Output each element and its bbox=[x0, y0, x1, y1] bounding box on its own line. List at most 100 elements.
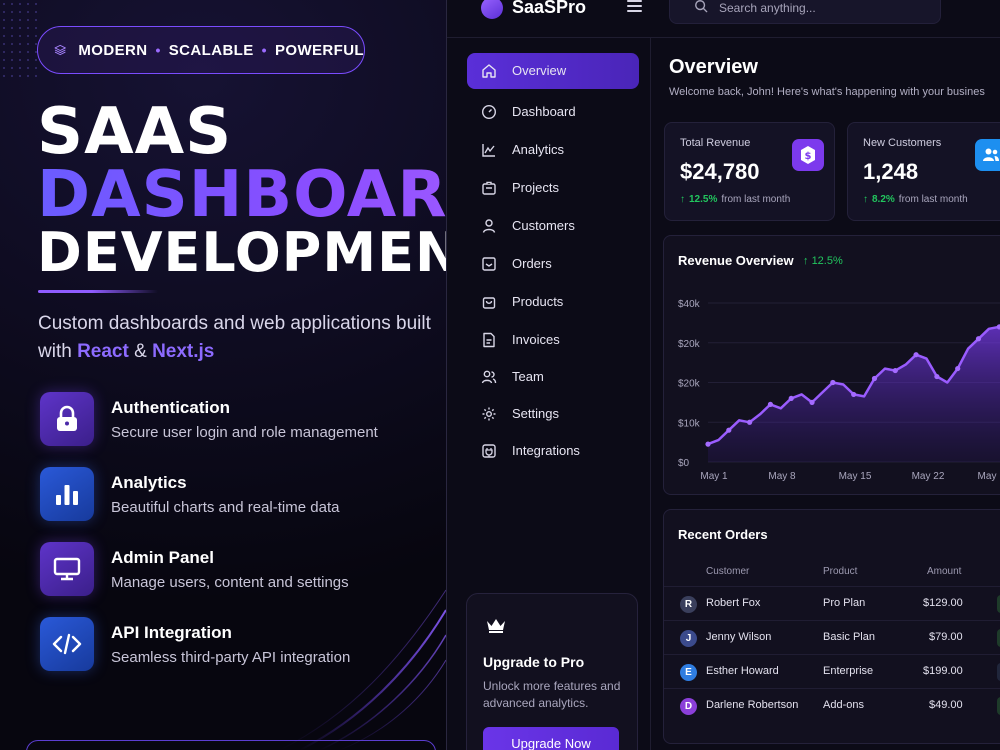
sidebar-item-customers[interactable]: Customers bbox=[467, 208, 639, 244]
stat-delta-value: 8.2% bbox=[872, 194, 895, 205]
chart-data-point bbox=[747, 419, 753, 425]
sidebar-item-label: Overview bbox=[512, 63, 567, 78]
monitor-icon bbox=[53, 557, 81, 581]
sidebar-item-projects[interactable]: Projects bbox=[467, 170, 639, 206]
sidebar-item-invoices[interactable]: Invoices bbox=[467, 322, 639, 358]
x-tick-label: May 8 bbox=[768, 471, 796, 482]
chart-data-point bbox=[851, 391, 857, 398]
feature-api-integration: API Integration Seamless third-party API… bbox=[40, 617, 440, 673]
dollar-icon: $ bbox=[792, 139, 824, 171]
sidebar-item-overview[interactable]: Overview bbox=[467, 53, 639, 89]
product-name: Enterprise bbox=[823, 665, 874, 677]
table-row[interactable]: E Esther Howard Enterprise $199.00 bbox=[664, 654, 1000, 688]
y-tick-label: $0 bbox=[678, 458, 690, 469]
sidebar-item-orders[interactable]: Orders bbox=[467, 246, 639, 282]
product-name: Add-ons bbox=[823, 699, 864, 711]
sidebar: Overview Dashboard Analytics Projects Cu… bbox=[447, 38, 651, 750]
avatar: E bbox=[680, 664, 697, 681]
main-content: Overview Welcome back, John! Here's what… bbox=[651, 38, 1000, 750]
feature-authentication: Authentication Secure user login and rol… bbox=[40, 392, 440, 448]
sidebar-item-integrations[interactable]: Integrations bbox=[467, 433, 639, 469]
column-header-product: Product bbox=[823, 566, 858, 577]
customer-name: Robert Fox bbox=[706, 597, 761, 609]
feature-admin-panel: Admin Panel Manage users, content and se… bbox=[40, 542, 440, 598]
stat-delta-suffix: from last month bbox=[898, 194, 968, 205]
chart-data-point bbox=[975, 336, 982, 342]
sidebar-item-label: Customers bbox=[512, 218, 575, 233]
stat-delta: ↑ 8.2% from last month bbox=[863, 194, 968, 205]
customer-name: Darlene Robertson bbox=[706, 699, 799, 711]
sidebar-item-settings[interactable]: Settings bbox=[467, 396, 639, 432]
page-title: Overview bbox=[669, 56, 758, 78]
brand-logo-icon bbox=[481, 0, 503, 19]
tagline-word: POWERFUL bbox=[274, 41, 364, 59]
sidebar-item-team[interactable]: Team bbox=[467, 359, 639, 395]
home-icon bbox=[482, 64, 496, 78]
headline-line-2: DASHBOARD bbox=[37, 163, 446, 227]
analytics-icon bbox=[482, 144, 495, 157]
chart-data-point bbox=[913, 352, 919, 358]
headline-line-1: SAAS bbox=[37, 95, 233, 169]
sidebar-item-products[interactable]: Products bbox=[467, 284, 639, 320]
chart-data-point bbox=[830, 379, 836, 386]
chart-data-point bbox=[767, 401, 774, 407]
table-row[interactable]: R Robert Fox Pro Plan $129.00 bbox=[664, 586, 1000, 620]
sidebar-item-label: Orders bbox=[512, 256, 552, 271]
feature-icon-box bbox=[40, 617, 94, 671]
welcome-message: Welcome back, John! Here's what's happen… bbox=[669, 86, 985, 98]
sidebar-item-label: Projects bbox=[512, 180, 559, 195]
stat-card-customers: New Customers 1,248 ↑ 8.2% from last month bbox=[847, 122, 1000, 221]
svg-text:$: $ bbox=[805, 151, 812, 162]
stat-card-revenue: Total Revenue $24,780 ↑ 12.5% from last mo… bbox=[664, 122, 835, 221]
tagline-pill: MODERN • SCALABLE • POWERFUL bbox=[37, 26, 365, 74]
order-amount: $129.00 bbox=[923, 597, 963, 609]
upgrade-now-button[interactable]: Upgrade Now bbox=[483, 727, 619, 750]
upgrade-card: Upgrade to Pro Unlock more features and … bbox=[466, 593, 638, 750]
column-header-amount: Amount bbox=[927, 566, 962, 577]
upgrade-description: Unlock more features and advanced analyt… bbox=[483, 679, 621, 710]
chart-data-point bbox=[892, 367, 898, 374]
search-input[interactable]: Search anything... bbox=[669, 0, 941, 24]
promo-panel: MODERN • SCALABLE • POWERFUL SAAS DASHBO… bbox=[0, 0, 446, 750]
plug-icon bbox=[482, 444, 496, 458]
search-placeholder: Search anything... bbox=[719, 1, 816, 15]
order-amount: $49.00 bbox=[929, 699, 963, 711]
stat-value: 1,248 bbox=[863, 159, 919, 184]
stat-label: New Customers bbox=[863, 137, 942, 149]
customer-name: Esther Howard bbox=[706, 665, 779, 677]
feature-desc: Beautiful charts and real-time data bbox=[111, 499, 340, 516]
x-tick-label: May 1 bbox=[700, 471, 728, 482]
customer-name: Jenny Wilson bbox=[706, 631, 772, 643]
y-tick-label: $10k bbox=[678, 418, 701, 429]
stat-delta-suffix: from last month bbox=[721, 194, 791, 205]
product-name: Pro Plan bbox=[823, 597, 866, 609]
chart-data-point bbox=[809, 399, 815, 405]
y-tick-label: $20k bbox=[678, 379, 701, 390]
sidebar-item-dashboard[interactable]: Dashboard bbox=[467, 94, 639, 130]
revenue-chart: $0 $10k $20k $20k $40k May 1 May 8 May 15 May 2… bbox=[678, 299, 1000, 482]
stat-delta: ↑ 12.5% from last month bbox=[680, 194, 790, 205]
feature-title: Admin Panel bbox=[111, 548, 214, 567]
chart-data-point bbox=[955, 365, 961, 372]
chart-data-point bbox=[871, 375, 878, 382]
orders-title: Recent Orders bbox=[678, 527, 768, 542]
table-row[interactable]: J Jenny Wilson Basic Plan $79.00 bbox=[664, 620, 1000, 654]
sidebar-item-analytics[interactable]: Analytics bbox=[467, 132, 639, 168]
order-amount: $199.00 bbox=[923, 665, 963, 677]
x-tick-label: May 22 bbox=[912, 471, 945, 482]
subtitle-amp: & bbox=[128, 341, 153, 362]
chart-data-point bbox=[705, 441, 711, 447]
chart-data-point bbox=[788, 395, 794, 401]
bag-icon bbox=[482, 297, 496, 309]
table-row[interactable]: D Darlene Robertson Add-ons $49.00 bbox=[664, 688, 1000, 722]
feature-desc: Manage users, content and settings bbox=[111, 574, 349, 591]
sidebar-item-label: Analytics bbox=[512, 142, 565, 157]
avatar: D bbox=[680, 698, 697, 715]
top-bar: SaaSPro Search anything... bbox=[447, 0, 1000, 38]
x-tick-label: May bbox=[978, 471, 997, 482]
trend-up-icon: ↑ bbox=[863, 194, 868, 205]
feature-title: API Integration bbox=[111, 623, 232, 642]
gauge-icon bbox=[481, 104, 497, 120]
hamburger-menu-icon[interactable] bbox=[627, 0, 642, 12]
avatar: J bbox=[680, 630, 697, 647]
